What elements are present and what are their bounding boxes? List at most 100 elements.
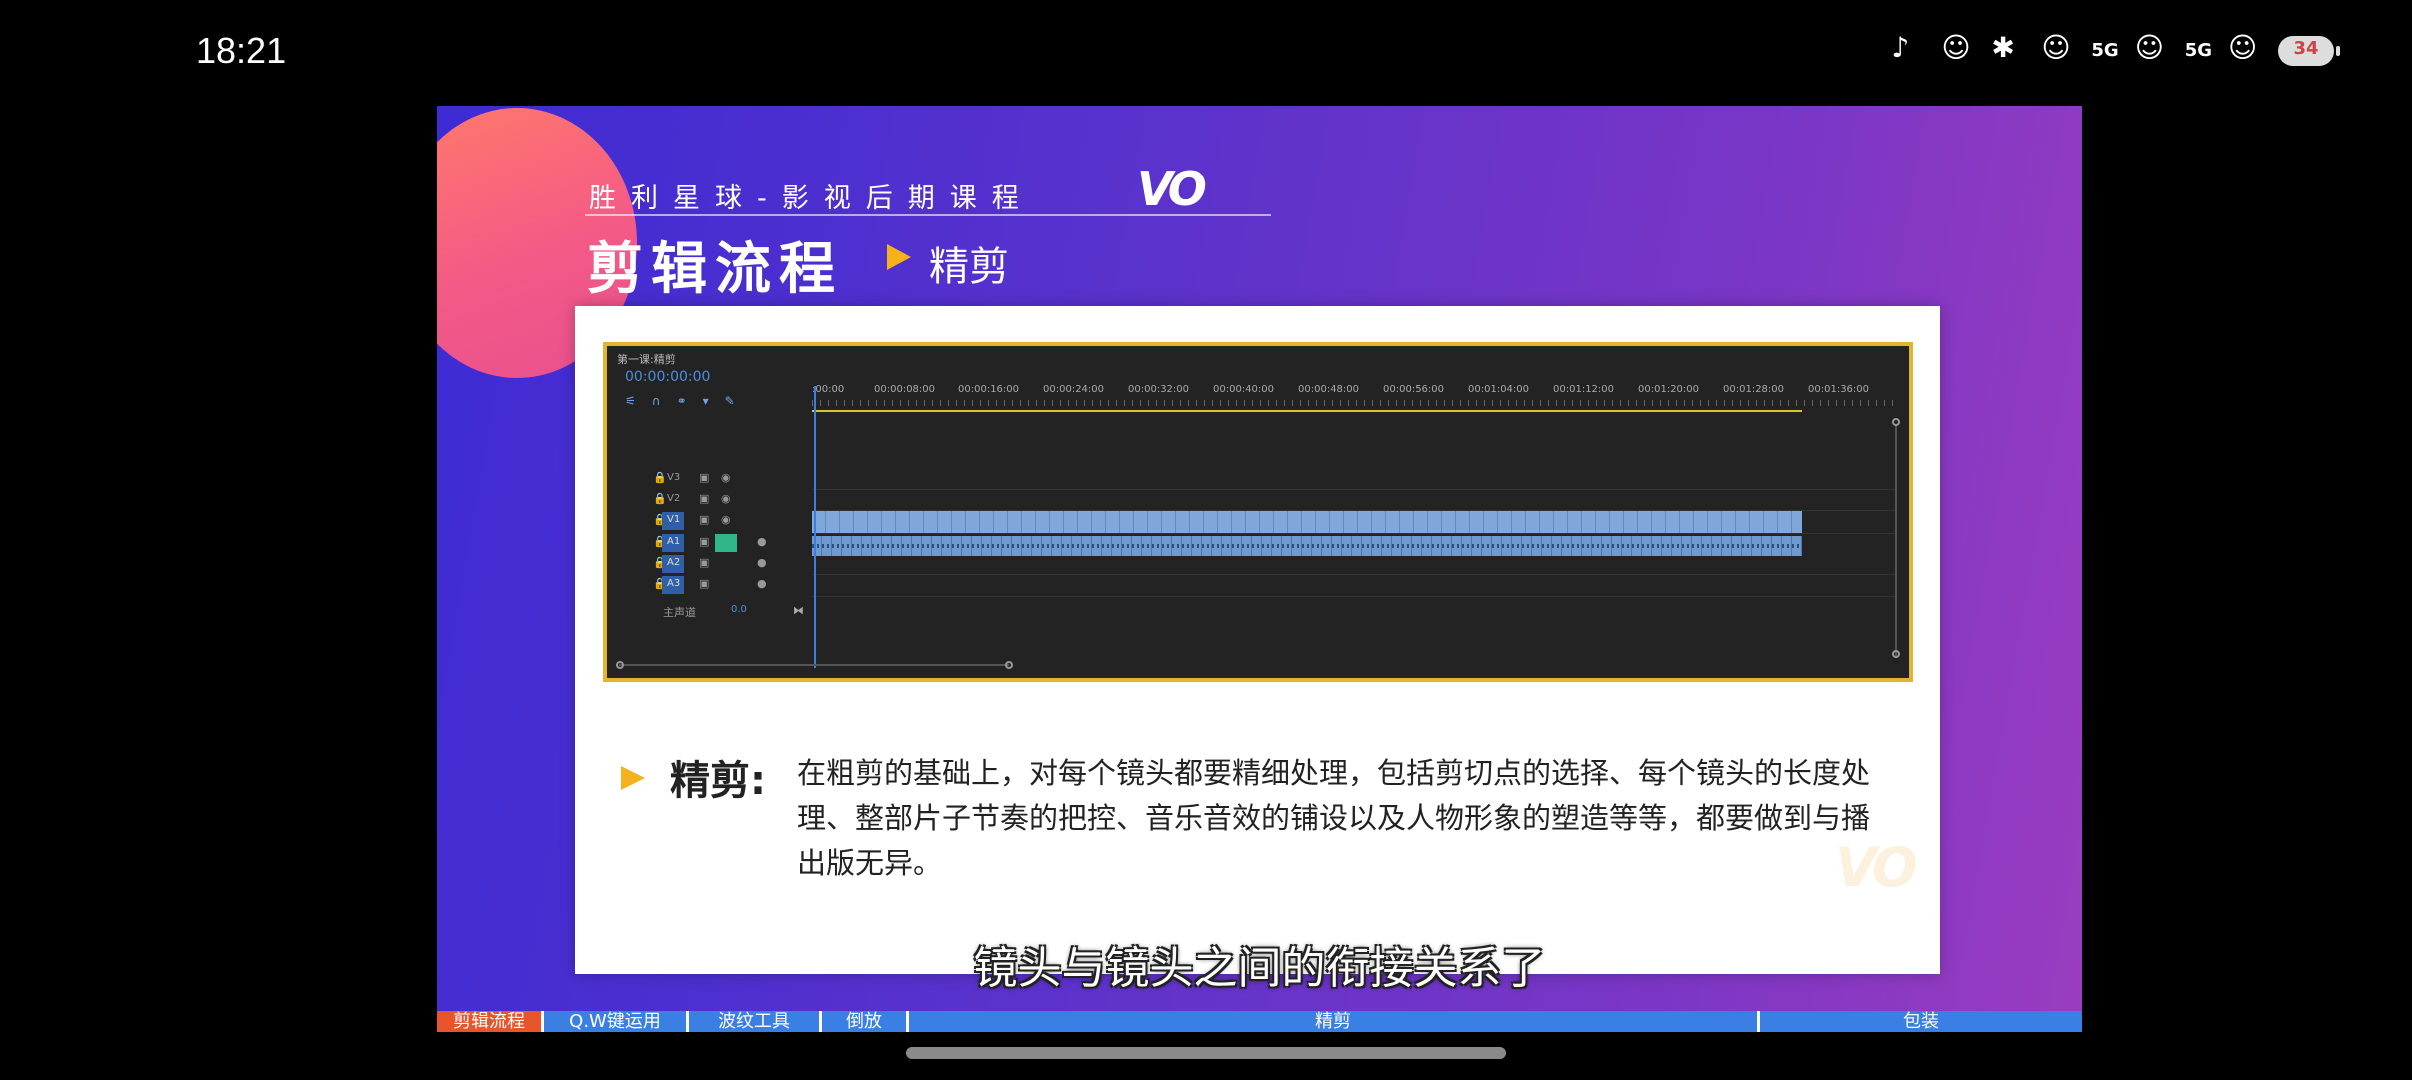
- chapter-5[interactable]: 包装: [1760, 1011, 2082, 1032]
- film-icon: ▣: [699, 513, 710, 526]
- vertical-scrollbar: [1895, 424, 1897, 656]
- ruler-tick: 00:00:48:00: [1298, 384, 1360, 395]
- track-divider: [812, 596, 1895, 597]
- link-icon: ⚭: [676, 394, 687, 408]
- magnet-icon: ∩: [651, 394, 661, 408]
- network-2: 5G: [2184, 40, 2212, 61]
- eye-icon: ◉: [721, 513, 731, 526]
- chapter-4[interactable]: 精剪: [909, 1011, 1760, 1032]
- video-clips: [812, 511, 1802, 533]
- status-time: 18:21: [196, 30, 287, 71]
- film-icon: ▣: [699, 535, 710, 548]
- chapter-bar: 剪辑流程 Q.W键运用 波纹工具 倒放 精剪 包装: [437, 1011, 2082, 1032]
- home-indicator[interactable]: [906, 1047, 1506, 1059]
- lock-icon: 🔒: [653, 471, 667, 484]
- timeline-screenshot: 第一课:精剪 00:00:00:00 ⚟ ∩ ⚭ ▾ ✎ :00:00 00:0…: [603, 342, 1913, 682]
- track-header-v2: 🔒 V2 ▣ ◉: [607, 491, 812, 511]
- video-frame[interactable]: 胜利星球-影视后期课程 VO 剪辑流程 精剪 第一课:精剪 00:00:00:0…: [437, 106, 2082, 1032]
- lock-icon: 🔒: [653, 492, 667, 505]
- status-icons: ♪ ☺ ✱ ☺ 5G ☺ 5G ☺ 34: [1891, 31, 2340, 68]
- scroll-knob: [1005, 661, 1013, 669]
- track-header-a2: 🔒 A2 ▣ ●: [607, 555, 812, 575]
- ruler-tick: 00:00:08:00: [874, 384, 936, 395]
- film-icon: ▣: [699, 577, 710, 590]
- tiktok-icon: ♪: [1891, 31, 1910, 64]
- mic-icon: ●: [757, 577, 767, 590]
- hd-icon: ☺: [2041, 31, 2071, 64]
- ruler-ticks: [812, 400, 1899, 406]
- ruler-tick: 00:00:56:00: [1383, 384, 1445, 395]
- chapter-1[interactable]: Q.W键运用: [544, 1011, 689, 1032]
- track-header-a1: 🔒 A1 ▣ ●: [607, 534, 812, 554]
- chapter-2[interactable]: 波纹工具: [689, 1011, 822, 1032]
- ruler-tick: 00:01:20:00: [1638, 384, 1700, 395]
- ruler-tick: 00:01:04:00: [1468, 384, 1530, 395]
- track-divider: [812, 489, 1895, 490]
- ruler-tick: :00:00: [812, 384, 845, 395]
- film-icon: ▣: [699, 492, 710, 505]
- bluetooth-icon: ✱: [1991, 31, 2015, 64]
- track-header-v3: 🔒 V3 ▣ ◉: [607, 470, 812, 490]
- mic-icon: ●: [757, 556, 767, 569]
- ruler-tick: 00:00:32:00: [1128, 384, 1190, 395]
- app-icon: ☺: [2134, 31, 2164, 64]
- mic-icon: ●: [757, 535, 767, 548]
- play-arrow-icon: [887, 244, 911, 270]
- section-title: 精剪: [929, 244, 1009, 290]
- ruler-tick: 00:00:24:00: [1043, 384, 1105, 395]
- scroll-knob: [616, 661, 624, 669]
- page-title: 剪辑流程: [587, 237, 843, 302]
- track-label: V3: [667, 472, 681, 483]
- track-divider: [812, 533, 1895, 534]
- header-divider: [585, 214, 1271, 216]
- zoom-icon: ⧓: [793, 604, 804, 617]
- snap-icon: ⚟: [625, 394, 636, 408]
- track-divider: [812, 574, 1895, 575]
- work-area-bar: [812, 410, 1802, 412]
- track-label: V2: [667, 493, 681, 504]
- track-header-v1: 🔒 V1 ▣ ◉: [607, 512, 812, 532]
- eye-icon: ◉: [721, 492, 731, 505]
- ruler-tick: 00:01:28:00: [1723, 384, 1785, 395]
- film-icon: ▣: [699, 471, 710, 484]
- content-card: 第一课:精剪 00:00:00:00 ⚟ ∩ ⚭ ▾ ✎ :00:00 00:0…: [575, 306, 1940, 974]
- playhead: [814, 386, 816, 668]
- marker-icon: ▾: [702, 394, 709, 408]
- track-header-a3: 🔒 A3 ▣ ●: [607, 576, 812, 596]
- app-icon: ☺: [1941, 31, 1971, 64]
- horizontal-scrollbar: [619, 664, 1009, 666]
- master-track-value: 0.0: [731, 604, 747, 615]
- phone-screen: 18:21 ♪ ☺ ✱ ☺ 5G ☺ 5G ☺ 34 胜利星球-影视后期课程 V…: [0, 0, 2412, 1080]
- battery-level: 34: [2293, 38, 2319, 59]
- track-label: V1: [667, 514, 681, 525]
- ruler-tick: 00:01:36:00: [1808, 384, 1870, 395]
- track-label: A1: [667, 536, 681, 547]
- sequence-tab: 第一课:精剪: [617, 353, 676, 366]
- timeline-tools: ⚟ ∩ ⚭ ▾ ✎: [625, 394, 735, 408]
- master-track-label: 主声道: [663, 606, 696, 619]
- network-1: 5G: [2091, 40, 2119, 61]
- bullet-arrow-icon: [621, 766, 645, 790]
- wrench-icon: ✎: [724, 394, 735, 408]
- ruler-tick: 00:01:12:00: [1553, 384, 1615, 395]
- scroll-knob: [1892, 650, 1900, 658]
- chapter-0[interactable]: 剪辑流程: [437, 1011, 544, 1032]
- vo-watermark-icon: VO: [1835, 836, 1918, 899]
- ruler-tick: 00:00:40:00: [1213, 384, 1275, 395]
- battery-icon: 34: [2278, 36, 2340, 66]
- course-header: 胜利星球-影视后期课程: [589, 183, 1034, 214]
- app-icon: ☺: [2228, 31, 2258, 64]
- mute-toggle: [715, 534, 737, 552]
- description-text: 在粗剪的基础上，对每个镜头都要精细处理，包括剪切点的选择、每个镜头的长度处理、整…: [797, 756, 1871, 880]
- audio-waveform: [812, 544, 1802, 548]
- film-icon: ▣: [699, 556, 710, 569]
- eye-icon: ◉: [721, 471, 731, 484]
- video-subtitle: 镜头与镜头之间的衔接关系了: [973, 943, 1546, 994]
- term-label: 精剪:: [670, 758, 766, 804]
- chapter-3[interactable]: 倒放: [822, 1011, 909, 1032]
- track-label: A3: [667, 578, 681, 589]
- vo-logo: VO: [1137, 162, 1207, 216]
- timecode: 00:00:00:00: [625, 369, 711, 385]
- scroll-knob: [1892, 418, 1900, 426]
- ruler-tick: 00:00:16:00: [958, 384, 1020, 395]
